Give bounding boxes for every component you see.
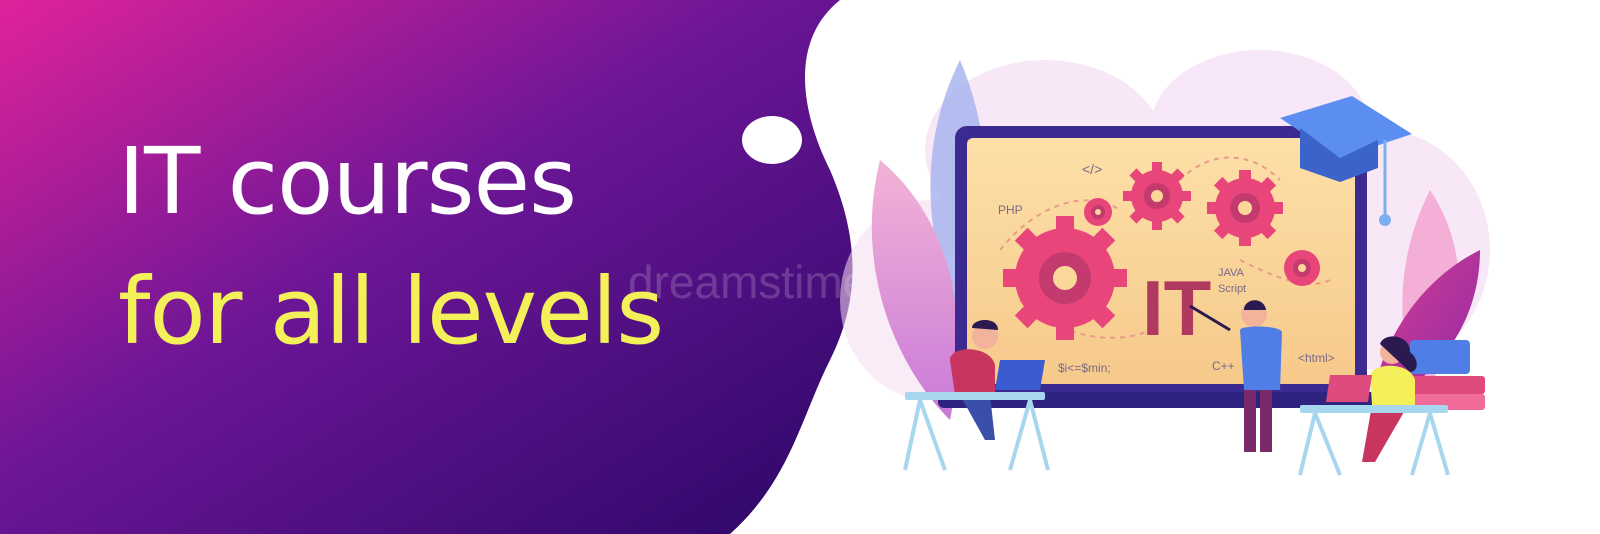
code-script-label: Script: [1218, 283, 1246, 295]
gear-right-icon: [1207, 170, 1283, 246]
desk-right-top: [1300, 405, 1448, 413]
gear-top-icon: [1123, 162, 1191, 230]
code-tag-label: </>: [1082, 161, 1102, 177]
banner: IT </> PHP JAVA Script <html> C++ $i<=$m…: [0, 0, 1600, 534]
headline-line-1: IT courses: [118, 128, 577, 235]
code-php-label: PHP: [998, 203, 1023, 217]
headline-line-2: for all levels: [118, 258, 664, 365]
code-cpp-label: C++: [1212, 359, 1235, 373]
code-loop-label: $i<=$min;: [1058, 361, 1111, 375]
desk-left-top: [905, 392, 1045, 400]
screen-it-label: IT: [1142, 264, 1211, 352]
droplet: [742, 116, 802, 164]
code-html-label: <html>: [1298, 351, 1335, 365]
gear-small-icon: [1084, 198, 1112, 226]
watermark: dreamstime: [628, 256, 868, 308]
code-java-label: JAVA: [1218, 267, 1245, 279]
gear-large-icon: [1003, 216, 1127, 340]
gear-side-icon: [1284, 250, 1320, 286]
